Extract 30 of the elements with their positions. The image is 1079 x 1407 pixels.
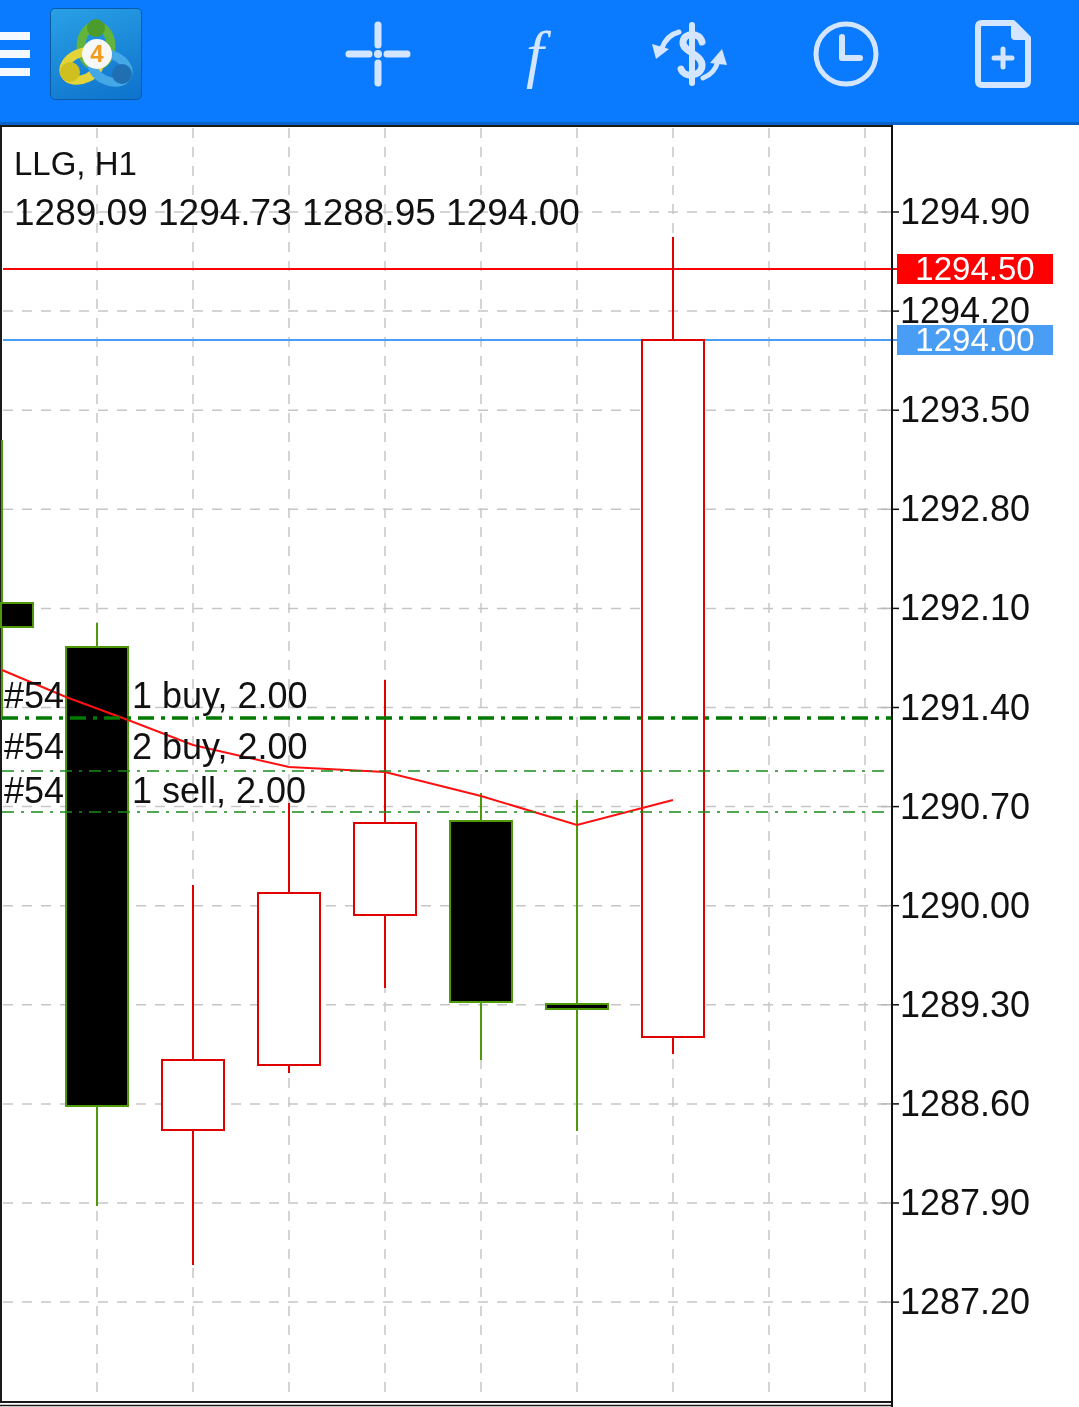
crosshair-icon[interactable] <box>345 21 411 87</box>
price-tag: 1294.00 <box>897 325 1053 355</box>
clock-icon[interactable] <box>812 20 880 88</box>
order-ticket-label: #54 <box>4 773 65 809</box>
price-axis-label: 1288.60 <box>900 1089 1031 1118</box>
price-axis-label: 1294.90 <box>900 198 1031 226</box>
ohlc-values: 1289.09 1294.73 1288.95 1294.00 <box>14 193 580 233</box>
price-axis-label: 1290.00 <box>900 891 1031 920</box>
order-ticket-label: #54 <box>4 729 65 765</box>
chart-symbol-title: LLG, H1 <box>14 146 137 182</box>
new-document-icon[interactable] <box>975 20 1031 88</box>
app-logo[interactable]: 4 <box>50 8 142 100</box>
order-details-label: 1 sell, 2.00 <box>132 773 307 809</box>
price-tag: 1294.50 <box>897 254 1053 284</box>
price-axis-label: 1287.90 <box>900 1189 1031 1217</box>
logo-number: 4 <box>82 39 112 69</box>
menu-icon[interactable] <box>0 32 30 76</box>
price-axis-label: 1292.10 <box>900 594 1031 623</box>
function-button[interactable]: f <box>512 21 558 87</box>
price-axis-label: 1292.80 <box>900 495 1031 524</box>
order-line[interactable] <box>2 716 891 720</box>
price-axis-label: 1294.20 <box>900 297 1031 326</box>
order-details-label: 1 buy, 2.00 <box>132 678 308 714</box>
price-axis-label: 1293.50 <box>900 396 1031 425</box>
price-axis-label: 1291.40 <box>900 693 1031 722</box>
price-axis-label: 1289.30 <box>900 990 1031 1019</box>
order-ticket-label: #54 <box>4 678 65 714</box>
dollar-arrows-icon[interactable] <box>650 22 730 86</box>
price-axis-label: 1290.70 <box>900 792 1031 821</box>
price-axis-label: 1287.20 <box>900 1288 1031 1317</box>
